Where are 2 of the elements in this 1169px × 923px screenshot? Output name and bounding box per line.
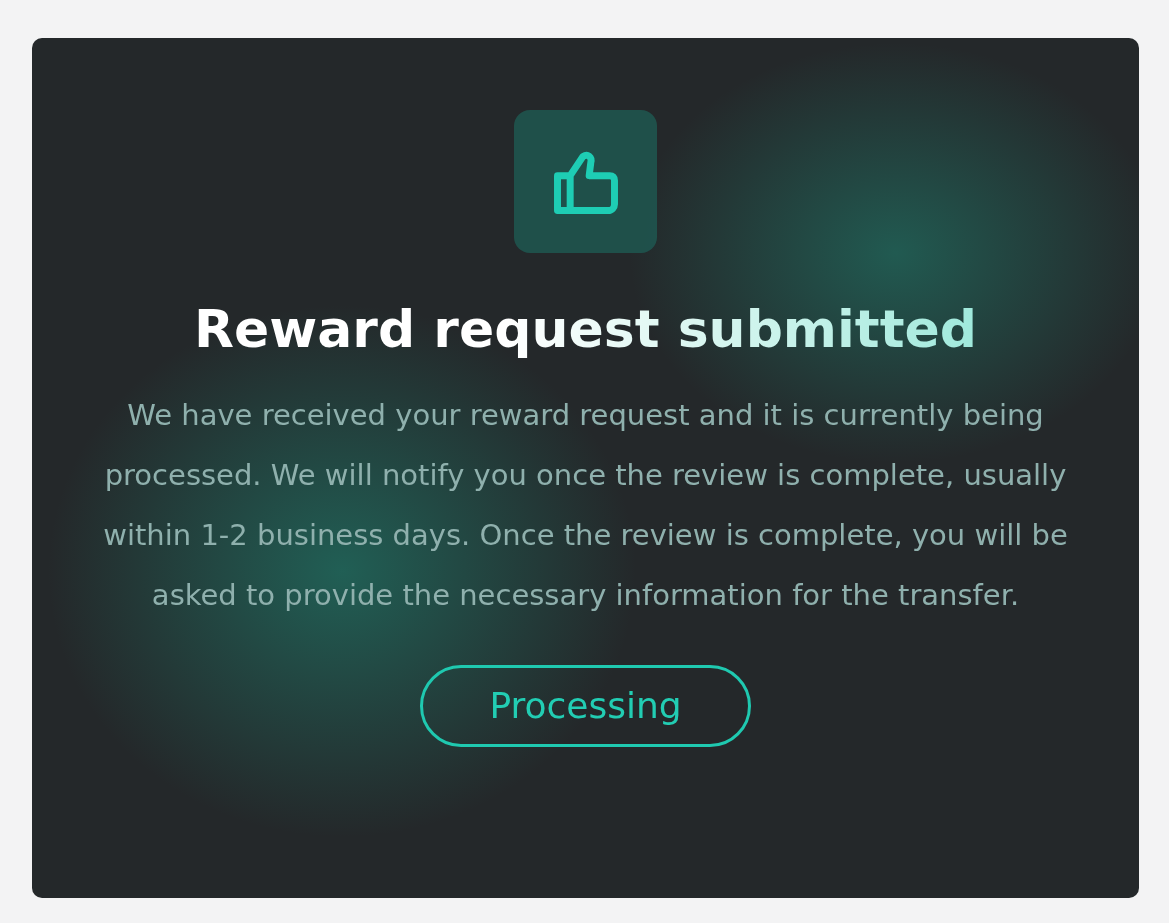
card-message: We have received your reward request and it is currently being processed. We will notify you once the review is complete, usually within 1-2 business days. Once the review is complete, you will be asked to provide the necessary information for the transfer. (102, 397, 1069, 614)
status-badge: Processing (420, 665, 751, 747)
